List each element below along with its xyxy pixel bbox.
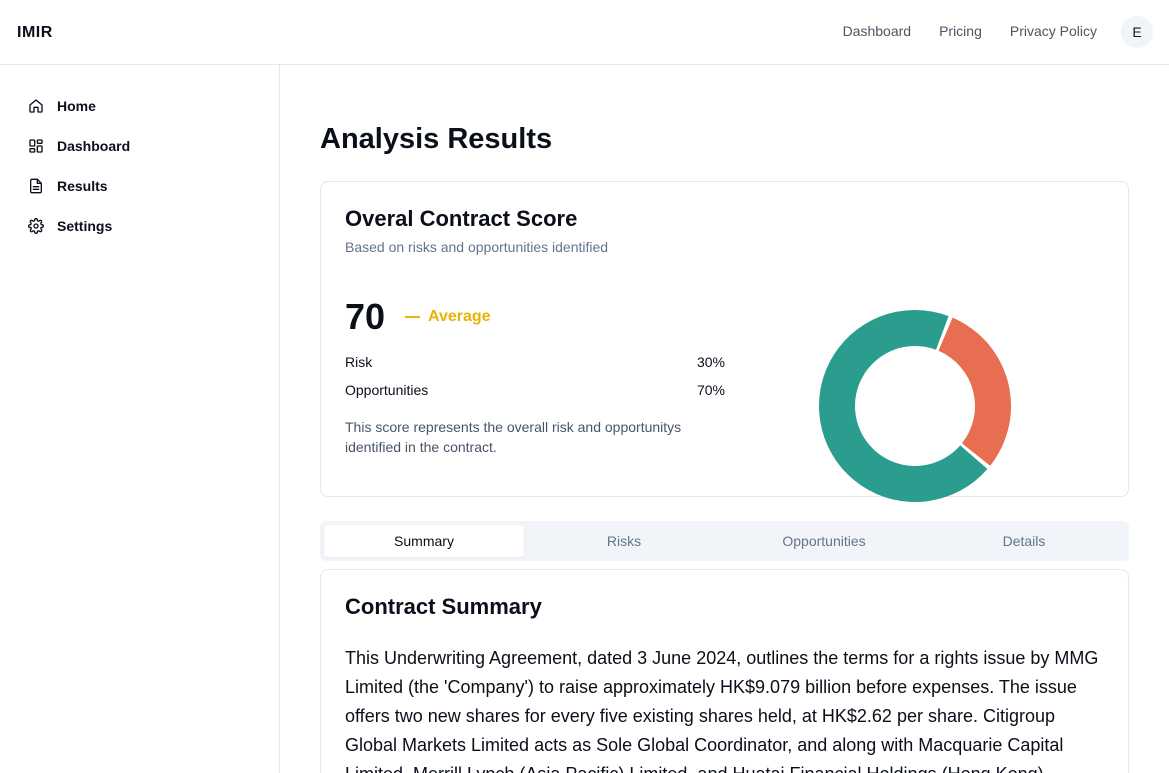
metric-label: Risk — [345, 354, 373, 370]
metric-row-risk: Risk 30% — [345, 354, 725, 370]
nav-link-dashboard[interactable]: Dashboard — [843, 23, 912, 39]
sidebar-item-label: Results — [57, 178, 108, 194]
summary-text: This Underwriting Agreement, dated 3 Jun… — [345, 648, 1099, 773]
metric-value: 70% — [696, 382, 725, 398]
sidebar-item-results[interactable]: Results — [28, 178, 108, 194]
tab-summary[interactable]: Summary — [324, 525, 524, 557]
metric-label: Opportunities — [345, 382, 429, 398]
user-avatar[interactable]: E — [1121, 16, 1153, 48]
contract-summary-card: Contract Summary This Underwriting Agree… — [320, 569, 1129, 773]
contract-score-card: Overal Contract Score Based on risks and… — [320, 181, 1129, 502]
home-icon — [28, 98, 44, 114]
sidebar-item-label: Home — [57, 98, 96, 114]
sidebar-item-label: Dashboard — [57, 138, 131, 154]
score-level-label: Average — [428, 308, 491, 325]
tab-details[interactable]: Details — [924, 525, 1124, 557]
page-title: Analysis Results — [320, 123, 553, 155]
metric-value: 30% — [696, 354, 725, 370]
tab-risks[interactable]: Risks — [524, 525, 724, 557]
sidebar-item-dashboard[interactable]: Dashboard — [28, 138, 130, 154]
minus-icon — [405, 316, 420, 318]
top-nav: Dashboard Pricing Privacy Policy — [843, 23, 1097, 39]
top-navbar: IMIR Dashboard Pricing Privacy Policy E — [0, 0, 1169, 65]
sidebar-item-label: Settings — [57, 218, 113, 234]
brand-logo[interactable]: IMIR — [17, 24, 53, 42]
sidebar-item-settings[interactable]: Settings — [28, 218, 112, 234]
nav-link-pricing[interactable]: Pricing — [939, 23, 982, 39]
gear-icon — [28, 218, 44, 234]
tab-opportunities[interactable]: Opportunities — [724, 525, 924, 557]
metric-row-opportunities: Opportunities 70% — [345, 382, 725, 398]
summary-title: Contract Summary — [345, 594, 542, 619]
document-icon — [28, 178, 44, 194]
score-description: This score represents the overall risk a… — [345, 419, 682, 455]
score-card-title: Overal Contract Score — [345, 206, 578, 231]
sidebar-item-home[interactable]: Home — [28, 98, 96, 114]
results-tabs: Summary Risks Opportunities Details — [320, 521, 1129, 561]
sidebar: Home Dashboard Results Settings — [0, 65, 280, 773]
score-donut-chart — [819, 310, 1011, 502]
nav-link-privacy-policy[interactable]: Privacy Policy — [1010, 23, 1097, 39]
score-value: 70 — [345, 296, 386, 337]
score-level-badge: Average — [405, 308, 491, 326]
donut-slice-risk — [938, 317, 1011, 466]
score-card-subtitle: Based on risks and opportunities identif… — [345, 239, 609, 255]
dashboard-icon — [28, 138, 44, 154]
